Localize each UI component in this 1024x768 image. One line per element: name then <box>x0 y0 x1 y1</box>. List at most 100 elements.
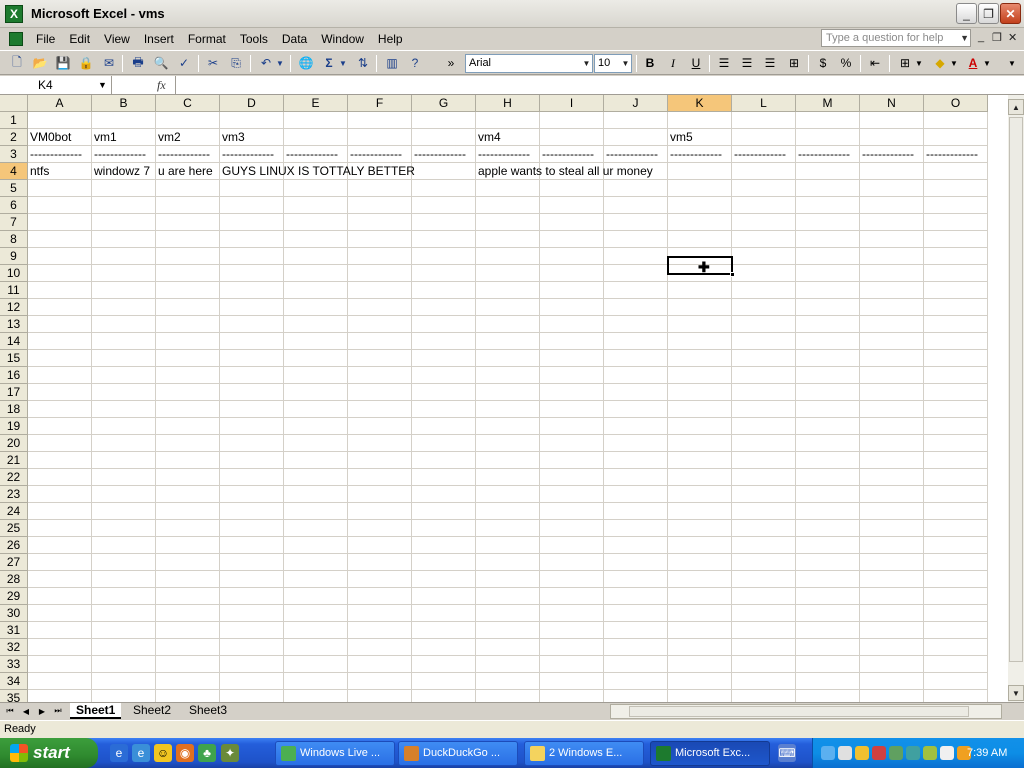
align-left-icon[interactable]: ☰ <box>715 54 733 72</box>
cell-i33[interactable] <box>540 656 604 673</box>
cell-d22[interactable] <box>220 469 284 486</box>
keyboard-icon[interactable]: ⌨ <box>778 744 796 762</box>
tray-volume-icon[interactable] <box>838 746 852 760</box>
print-icon[interactable]: 🖶 <box>129 54 147 72</box>
cell-b6[interactable] <box>92 197 156 214</box>
cell-g21[interactable] <box>412 452 476 469</box>
cell-b29[interactable] <box>92 588 156 605</box>
menu-format[interactable]: Format <box>181 32 233 46</box>
cell-n3[interactable]: ------------- <box>860 146 924 163</box>
cell-d2[interactable]: vm3 <box>220 129 284 146</box>
cell-l26[interactable] <box>732 537 796 554</box>
cell-a27[interactable] <box>28 554 92 571</box>
cell-a20[interactable] <box>28 435 92 452</box>
cell-n4[interactable] <box>860 163 924 180</box>
fill-color-dropdown-icon[interactable]: ▼ <box>949 54 959 72</box>
cell-c17[interactable] <box>156 384 220 401</box>
cell-k31[interactable] <box>668 622 732 639</box>
cell-h28[interactable] <box>476 571 540 588</box>
cell-n12[interactable] <box>860 299 924 316</box>
cell-a7[interactable] <box>28 214 92 231</box>
cell-h33[interactable] <box>476 656 540 673</box>
cell-h34[interactable] <box>476 673 540 690</box>
cell-j33[interactable] <box>604 656 668 673</box>
cell-m33[interactable] <box>796 656 860 673</box>
task-duckduckgo[interactable]: DuckDuckGo ... <box>398 741 518 766</box>
cell-b11[interactable] <box>92 282 156 299</box>
cell-l35[interactable] <box>732 690 796 702</box>
cell-o25[interactable] <box>924 520 988 537</box>
cell-e2[interactable] <box>284 129 348 146</box>
cell-f35[interactable] <box>348 690 412 702</box>
cell-c25[interactable] <box>156 520 220 537</box>
cell-o28[interactable] <box>924 571 988 588</box>
cell-d20[interactable] <box>220 435 284 452</box>
cell-e5[interactable] <box>284 180 348 197</box>
last-sheet-icon[interactable]: ⏭ <box>52 704 64 718</box>
cell-h35[interactable] <box>476 690 540 702</box>
cell-g19[interactable] <box>412 418 476 435</box>
cell-h4[interactable]: apple wants to steal all ur money <box>476 163 653 180</box>
cell-i11[interactable] <box>540 282 604 299</box>
row-header-17[interactable]: 17 <box>0 384 28 401</box>
row-header-21[interactable]: 21 <box>0 452 28 469</box>
cell-i22[interactable] <box>540 469 604 486</box>
cell-o33[interactable] <box>924 656 988 673</box>
cell-g9[interactable] <box>412 248 476 265</box>
scroll-up-icon[interactable]: ▲ <box>1008 99 1024 115</box>
firefox-icon[interactable]: ◉ <box>176 744 194 762</box>
cell-m32[interactable] <box>796 639 860 656</box>
cell-f9[interactable] <box>348 248 412 265</box>
cell-k30[interactable] <box>668 605 732 622</box>
cell-b26[interactable] <box>92 537 156 554</box>
borders-dropdown-icon[interactable]: ▼ <box>914 54 924 72</box>
cell-o34[interactable] <box>924 673 988 690</box>
cell-o4[interactable] <box>924 163 988 180</box>
menu-view[interactable]: View <box>97 32 137 46</box>
cell-g10[interactable] <box>412 265 476 282</box>
cell-e14[interactable] <box>284 333 348 350</box>
chevron-down-icon[interactable]: ▼ <box>581 55 592 72</box>
cell-n30[interactable] <box>860 605 924 622</box>
column-header-e[interactable]: E <box>284 95 348 112</box>
cell-l21[interactable] <box>732 452 796 469</box>
cell-c14[interactable] <box>156 333 220 350</box>
cell-m15[interactable] <box>796 350 860 367</box>
cell-n8[interactable] <box>860 231 924 248</box>
cell-c11[interactable] <box>156 282 220 299</box>
cell-n17[interactable] <box>860 384 924 401</box>
cell-a29[interactable] <box>28 588 92 605</box>
cell-c22[interactable] <box>156 469 220 486</box>
column-header-f[interactable]: F <box>348 95 412 112</box>
cell-a1[interactable] <box>28 112 92 129</box>
cell-f17[interactable] <box>348 384 412 401</box>
cell-j10[interactable] <box>604 265 668 282</box>
name-box[interactable]: K4 <box>2 76 112 94</box>
cell-i34[interactable] <box>540 673 604 690</box>
cell-c27[interactable] <box>156 554 220 571</box>
cell-g35[interactable] <box>412 690 476 702</box>
cell-b30[interactable] <box>92 605 156 622</box>
font-color-icon[interactable]: A <box>964 54 982 72</box>
cell-e10[interactable] <box>284 265 348 282</box>
cell-h13[interactable] <box>476 316 540 333</box>
hyperlink-icon[interactable]: 🌐 <box>297 54 315 72</box>
cell-f33[interactable] <box>348 656 412 673</box>
cell-i12[interactable] <box>540 299 604 316</box>
sheet-tab-1[interactable]: Sheet1 <box>70 703 122 719</box>
cell-d29[interactable] <box>220 588 284 605</box>
cell-j8[interactable] <box>604 231 668 248</box>
cell-m18[interactable] <box>796 401 860 418</box>
cell-j12[interactable] <box>604 299 668 316</box>
cell-c12[interactable] <box>156 299 220 316</box>
cell-m30[interactable] <box>796 605 860 622</box>
cell-d3[interactable]: ------------- <box>220 146 284 163</box>
cell-f15[interactable] <box>348 350 412 367</box>
cell-k3[interactable]: ------------- <box>668 146 732 163</box>
cell-e12[interactable] <box>284 299 348 316</box>
cell-b7[interactable] <box>92 214 156 231</box>
cell-g28[interactable] <box>412 571 476 588</box>
cell-h25[interactable] <box>476 520 540 537</box>
cell-b16[interactable] <box>92 367 156 384</box>
cell-m13[interactable] <box>796 316 860 333</box>
